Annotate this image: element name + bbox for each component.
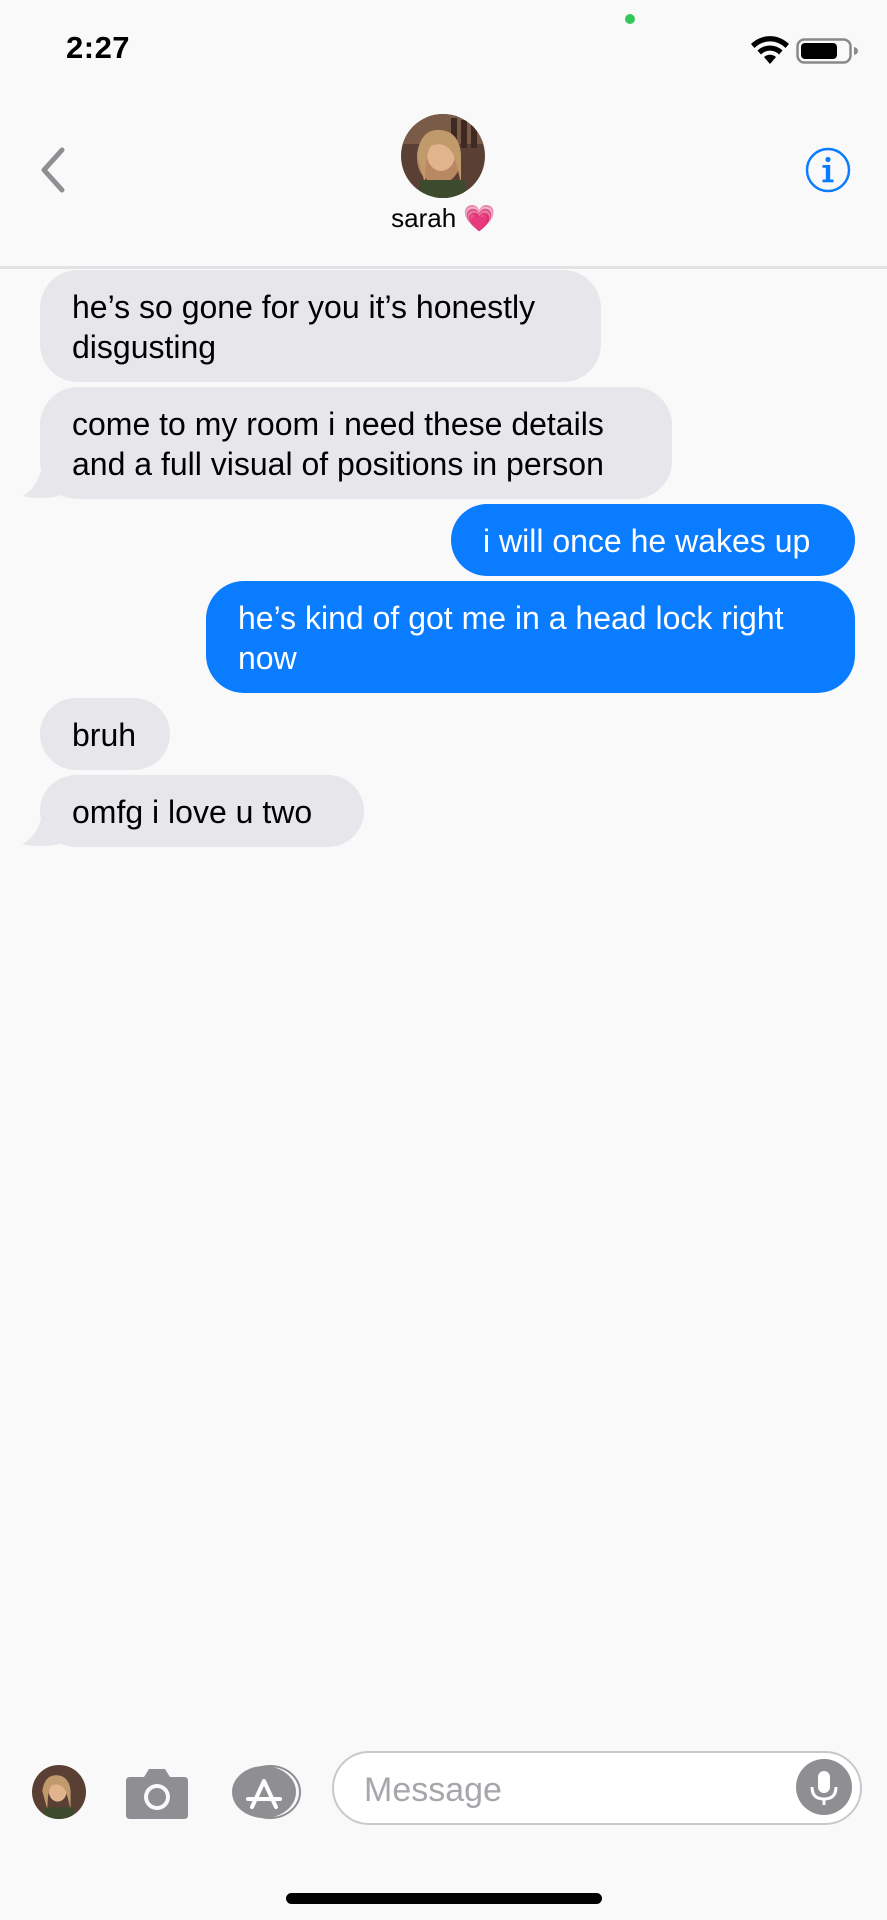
contact-name[interactable]: sarah 💗 — [0, 203, 887, 234]
battery-icon — [796, 38, 858, 64]
message-bubble-received[interactable]: come to my room i need these details and… — [40, 387, 672, 499]
message-bubble-sent[interactable]: he’s kind of got me in a head lock right… — [206, 581, 855, 693]
message-text-line: and a full visual of positions in person — [72, 446, 604, 482]
app-store-icon[interactable] — [230, 1763, 302, 1821]
info-icon[interactable] — [804, 146, 852, 194]
home-indicator[interactable] — [286, 1893, 602, 1904]
microphone-icon[interactable] — [796, 1759, 852, 1815]
wifi-icon — [751, 36, 789, 64]
bubble-tail — [22, 816, 60, 846]
message-input[interactable]: Message — [332, 1751, 862, 1825]
compose-bar: Message — [0, 1735, 887, 1835]
status-time: 2:27 — [66, 30, 131, 65]
message-bubble-received[interactable]: bruh — [40, 698, 170, 770]
back-chevron-icon[interactable] — [30, 140, 80, 200]
message-text-line: he’s kind of got me in a head lock right — [238, 600, 784, 636]
message-text-line: he’s so gone for you it’s honestly — [72, 289, 536, 325]
message-text-line: i will once he wakes up — [483, 523, 811, 559]
contact-avatar[interactable] — [401, 114, 485, 198]
message-text-line: now — [238, 640, 297, 676]
message-placeholder: Message — [364, 1771, 502, 1809]
bubble-tail — [22, 468, 60, 498]
camera-in-use-indicator — [625, 14, 635, 24]
status-bar: 2:27 — [0, 0, 887, 100]
conversation-header: sarah 💗 — [0, 100, 887, 269]
messages-screen: 2:27 sarah 💗 he’s so gone for you it’s h… — [0, 0, 887, 1920]
message-text-line: disgusting — [72, 329, 217, 365]
message-text-line: omfg i love u two — [72, 794, 313, 830]
camera-icon[interactable] — [122, 1763, 192, 1823]
message-bubble-received[interactable]: omfg i love u two — [40, 775, 364, 847]
message-bubble-sent[interactable]: i will once he wakes up — [451, 504, 855, 576]
message-bubble-received[interactable]: he’s so gone for you it’s honestly disgu… — [40, 270, 601, 382]
message-text-line: bruh — [72, 717, 137, 753]
memoji-avatar-button[interactable] — [32, 1765, 86, 1819]
message-text-line: come to my room i need these details — [72, 406, 604, 442]
